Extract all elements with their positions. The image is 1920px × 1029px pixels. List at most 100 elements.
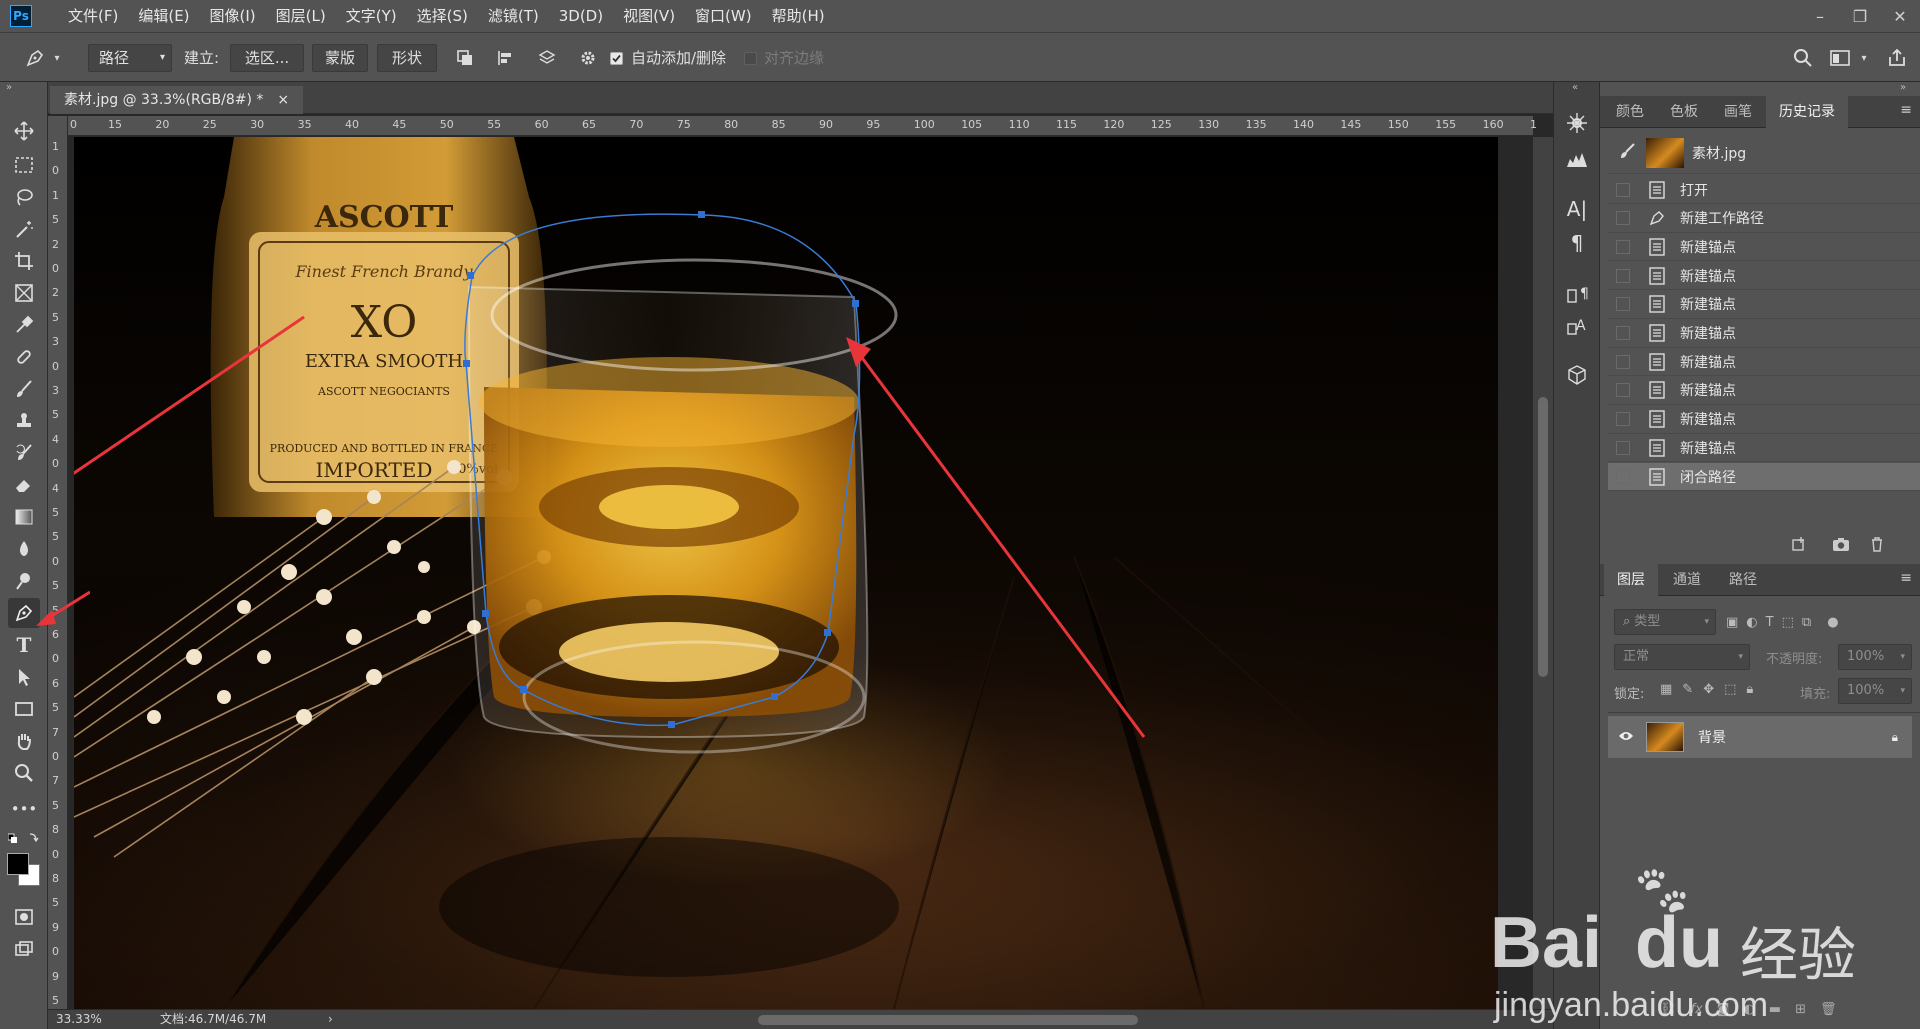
history-state[interactable]: 新建锚点 — [1608, 233, 1920, 262]
restore-icon[interactable]: ❐ — [1840, 0, 1880, 32]
history-brush-source-box[interactable] — [1616, 268, 1630, 283]
lasso-icon[interactable] — [8, 182, 40, 212]
vertical-scroll-thumb[interactable] — [1538, 397, 1548, 677]
hand-icon[interactable] — [8, 726, 40, 756]
layer-filter-select[interactable]: ⌕ 类型 ▾ — [1614, 609, 1716, 635]
clone-stamp-icon[interactable] — [8, 406, 40, 436]
crop-icon[interactable] — [8, 246, 40, 276]
fx-icon[interactable]: fx — [1691, 1002, 1703, 1017]
collapse-icon[interactable]: » — [6, 82, 12, 93]
history-brush-source-box[interactable] — [1616, 326, 1630, 340]
foreground-color-swatch[interactable] — [7, 853, 29, 875]
character-panel-icon[interactable]: A| — [1562, 194, 1592, 224]
zoom-icon[interactable] — [8, 758, 40, 788]
make-selection-button[interactable]: 选区... — [230, 44, 304, 72]
tab-color[interactable]: 颜色 — [1604, 96, 1656, 128]
path-operations-icon[interactable] — [452, 45, 478, 71]
history-brush-source-box[interactable] — [1616, 383, 1630, 398]
camera-icon[interactable] — [1828, 532, 1854, 556]
screen-mode-icon[interactable] — [8, 934, 40, 964]
frame-icon[interactable] — [8, 278, 40, 308]
tab-history[interactable]: 历史记录 — [1766, 96, 1848, 128]
history-brush-source-box[interactable] — [1616, 297, 1630, 312]
history-brush-source-box[interactable] — [1616, 440, 1630, 455]
close-tab-icon[interactable]: × — [277, 86, 289, 114]
menu-layer[interactable]: 图层(L) — [266, 0, 336, 32]
menu-image[interactable]: 图像(I) — [200, 0, 266, 32]
healing-brush-icon[interactable] — [8, 342, 40, 372]
path-alignment-icon[interactable] — [492, 45, 518, 71]
document-tab[interactable]: 素材.jpg @ 33.3%(RGB/8#) * × — [50, 86, 304, 114]
history-brush-source-box[interactable] — [1616, 354, 1630, 369]
trash-icon[interactable] — [1864, 532, 1890, 556]
menu-help[interactable]: 帮助(H) — [762, 0, 835, 32]
panel-menu-icon[interactable]: ≡ — [1900, 570, 1912, 586]
horizontal-ruler[interactable]: 0 15 20 25 30 35 40 45 50 55 60 65 70 75 80 85 90 95 100 10… — [68, 116, 1537, 136]
auto-add-delete-checkbox[interactable] — [610, 52, 623, 65]
fill-field[interactable]: 100% ▾ — [1838, 678, 1912, 704]
history-state[interactable]: 闭合路径 — [1608, 463, 1920, 491]
history-state[interactable]: 新建锚点 — [1608, 434, 1920, 463]
swap-colors-icon[interactable] — [7, 830, 40, 848]
expand-icon[interactable]: » — [1900, 82, 1906, 93]
quick-mask-icon[interactable] — [8, 902, 40, 932]
history-brush-source-icon[interactable] — [1618, 142, 1636, 164]
tab-layers[interactable]: 图层 — [1604, 564, 1658, 596]
type-tool-icon[interactable]: T — [8, 630, 40, 660]
smart-object-filter-icon[interactable]: ⧉ — [1802, 615, 1811, 630]
gear-icon[interactable] — [575, 45, 601, 71]
menu-select[interactable]: 选择(S) — [407, 0, 478, 32]
minimize-icon[interactable]: – — [1800, 0, 1840, 32]
group-folder-icon[interactable]: ▬ — [1769, 1002, 1781, 1017]
lock-all-icon[interactable]: 🔒︎ — [1746, 682, 1753, 697]
tab-swatches[interactable]: 色板 — [1658, 96, 1710, 128]
paragraph-panel-icon[interactable]: ¶ — [1562, 228, 1592, 258]
new-document-from-state-icon[interactable] — [1786, 532, 1812, 556]
make-mask-button[interactable]: 蒙版 — [312, 44, 368, 72]
adjustment-filter-icon[interactable]: ◐ — [1746, 615, 1757, 630]
path-arrangement-icon[interactable] — [534, 45, 560, 71]
panel-menu-icon[interactable]: ≡ — [1900, 102, 1912, 118]
history-brush-source-box[interactable] — [1616, 412, 1630, 427]
menu-view[interactable]: 视图(V) — [613, 0, 685, 32]
menu-3d[interactable]: 3D(D) — [549, 0, 613, 32]
menu-filter[interactable]: 滤镜(T) — [478, 0, 549, 32]
shape-filter-icon[interactable]: ⬚ — [1782, 615, 1794, 630]
tab-channels[interactable]: 通道 — [1660, 564, 1714, 596]
blur-icon[interactable] — [8, 534, 40, 564]
history-state[interactable]: 新建锚点 — [1608, 262, 1920, 291]
horizontal-scroll-thumb[interactable] — [758, 1015, 1138, 1025]
pen-tool-preset-icon[interactable] — [22, 45, 48, 71]
document-image[interactable]: ASCOTT Finest French Brandy XO EXTRA SMO… — [74, 137, 1498, 1009]
align-edges-checkbox[interactable] — [744, 52, 757, 65]
type-filter-icon[interactable]: T — [1766, 615, 1774, 630]
tab-brushes[interactable]: 画笔 — [1712, 96, 1764, 128]
filter-toggle-icon[interactable]: ● — [1827, 615, 1838, 630]
pen-mode-select[interactable]: 路径 ▾ — [88, 44, 172, 72]
character-styles-icon[interactable]: A — [1562, 310, 1592, 340]
brush-icon[interactable] — [8, 374, 40, 404]
new-layer-icon[interactable]: ⊞ — [1795, 1002, 1806, 1017]
history-brush-source-box[interactable] — [1616, 182, 1630, 197]
history-state[interactable]: 新建锚点 — [1608, 406, 1920, 434]
history-state[interactable]: 新建锚点 — [1608, 377, 1920, 405]
layer-name[interactable]: 背景 — [1698, 727, 1726, 747]
layer-row-background[interactable]: 背景 🔒︎ — [1608, 716, 1912, 758]
3d-panel-icon[interactable] — [1562, 360, 1592, 390]
history-state[interactable]: 新建锚点 — [1608, 291, 1920, 319]
zoom-level[interactable]: 33.33% — [56, 1010, 102, 1029]
history-state[interactable]: 新建工作路径 — [1608, 205, 1920, 233]
history-snapshot[interactable]: 素材.jpg — [1608, 132, 1920, 174]
rectangular-marquee-icon[interactable] — [8, 150, 40, 180]
canvas-area[interactable]: ASCOTT Finest French Brandy XO EXTRA SMO… — [68, 137, 1533, 1009]
lock-icon[interactable]: 🔒︎ — [1892, 730, 1898, 745]
more-tools-icon[interactable]: ••• — [8, 794, 40, 824]
menu-edit[interactable]: 编辑(E) — [128, 0, 199, 32]
add-mask-icon[interactable]: ◙ — [1717, 1002, 1730, 1017]
gradient-icon[interactable] — [8, 502, 40, 532]
close-icon[interactable]: ✕ — [1880, 0, 1920, 32]
lock-position-icon[interactable]: ✥ — [1703, 682, 1714, 697]
menu-window[interactable]: 窗口(W) — [685, 0, 762, 32]
magic-wand-icon[interactable] — [8, 214, 40, 244]
menu-file[interactable]: 文件(F) — [58, 0, 128, 32]
